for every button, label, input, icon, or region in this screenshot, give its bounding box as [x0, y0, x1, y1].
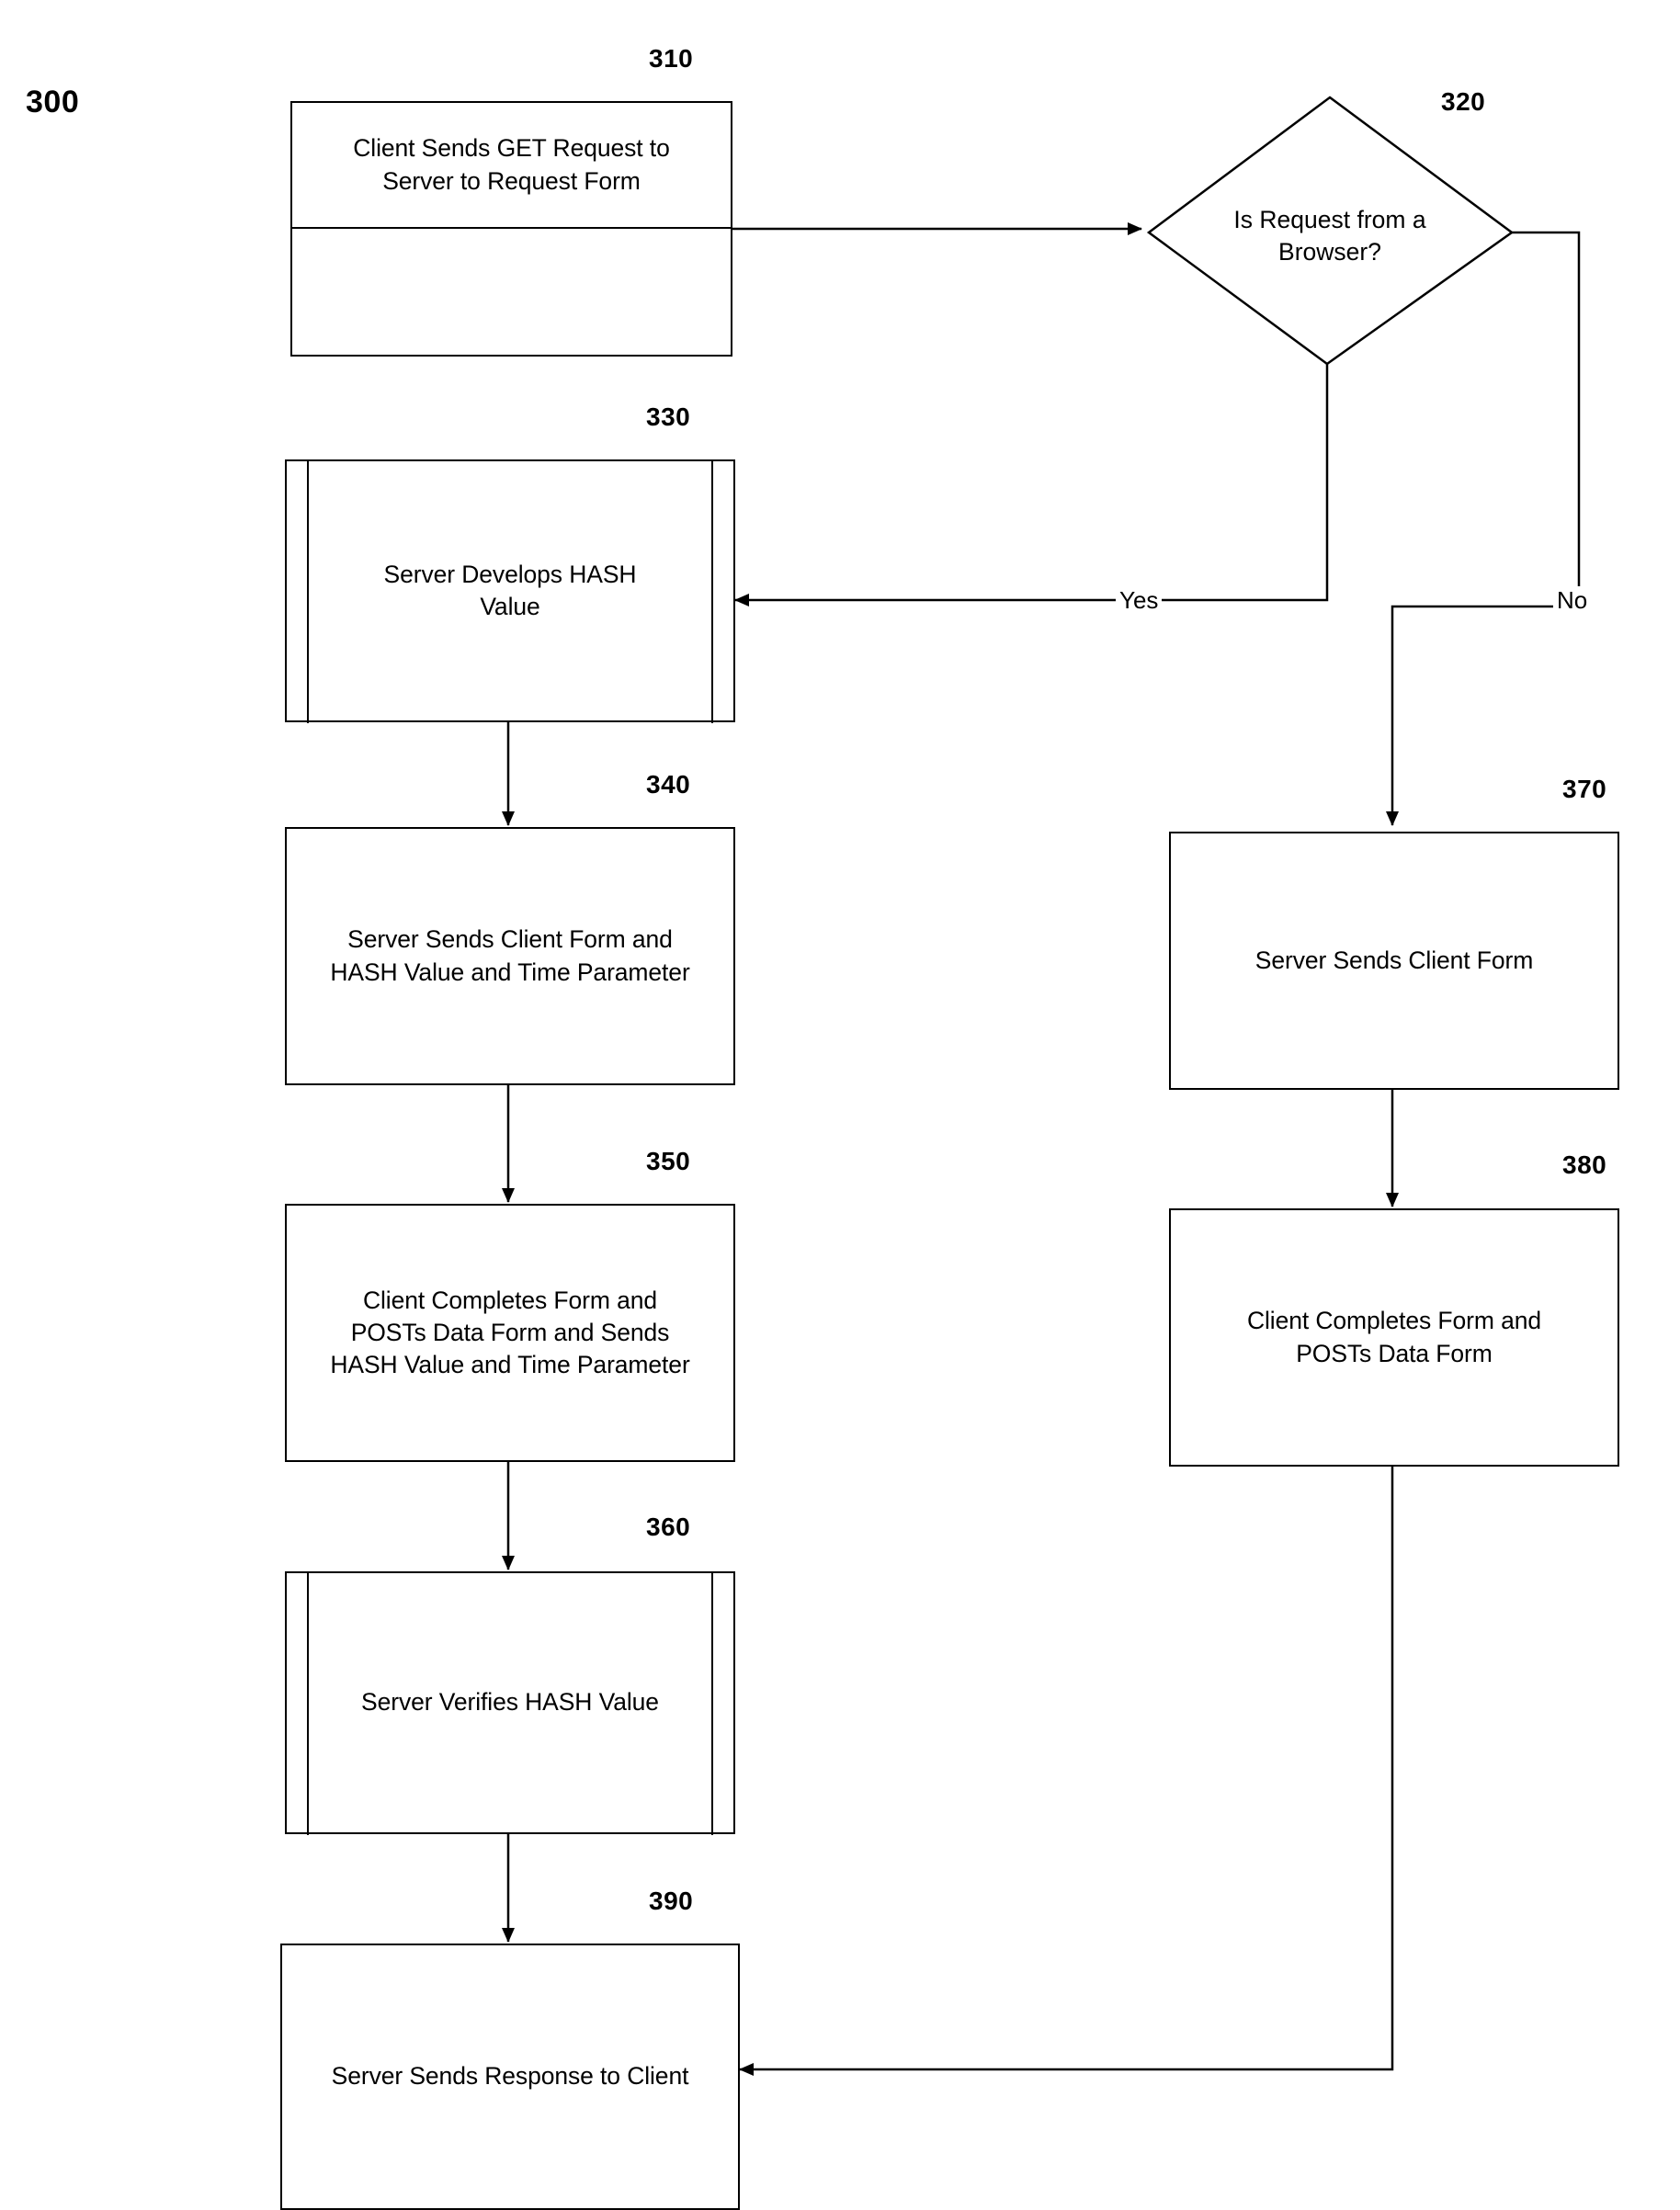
ref-number-320: 320 [1441, 87, 1486, 116]
ref-number-330: 330 [646, 402, 691, 431]
node-310-label: Client Sends GET Request to Server to Re… [353, 134, 670, 195]
node-330-server-develops-hash-value: Server Develops HASH Value [285, 459, 735, 723]
figure-number: 300 [26, 85, 80, 119]
ref-number-360: 360 [646, 1513, 691, 1541]
ref-number-310: 310 [649, 44, 694, 73]
connector-layer [502, 96, 1581, 2076]
node-390-server-sends-response-to-client: Server Sends Response to Client [280, 1944, 740, 2210]
edge-320-yes-to-330 [734, 364, 1329, 606]
flowchart-figure: 300 310 Client Sends GET Request to Serv… [0, 0, 1680, 2210]
ref-number-390: 390 [649, 1887, 694, 1915]
node-320-label: Is Request from a Browser? [1233, 206, 1426, 266]
ref-number-350: 350 [646, 1147, 691, 1175]
node-350-client-completes-form-posts-hash-time: Client Completes Form and POSTs Data For… [285, 1204, 735, 1462]
edge-label-no: No [1553, 586, 1592, 615]
node-360-server-verifies-hash-value: Server Verifies HASH Value [285, 1570, 735, 1835]
node-360-label: Server Verifies HASH Value [361, 1688, 659, 1717]
node-310-client-sends-get-request: Client Sends GET Request to Server to Re… [290, 101, 732, 229]
node-340-label: Server Sends Client Form and HASH Value … [330, 925, 690, 986]
node-310-lower-half [290, 229, 732, 357]
node-370-label: Server Sends Client Form [1254, 946, 1534, 974]
ref-number-370: 370 [1562, 775, 1607, 803]
ref-number-380: 380 [1562, 1150, 1607, 1179]
edge-380-to-390 [739, 1467, 1394, 2076]
edge-320-no-to-370 [1386, 231, 1581, 826]
edge-label-yes: Yes [1116, 586, 1163, 615]
ref-number-340: 340 [646, 770, 691, 799]
node-330-label: Server Develops HASH Value [383, 560, 637, 620]
node-390-label: Server Sends Response to Client [331, 2062, 689, 2091]
node-370-server-sends-client-form: Server Sends Client Form [1169, 832, 1619, 1090]
node-350-label: Client Completes Form and POSTs Data For… [330, 1286, 690, 1379]
node-340-server-sends-client-form-hash-time: Server Sends Client Form and HASH Value … [285, 827, 735, 1085]
node-380-label: Client Completes Form and POSTs Data For… [1246, 1307, 1542, 1367]
node-380-client-completes-form-posts-data: Client Completes Form and POSTs Data For… [1169, 1208, 1619, 1467]
